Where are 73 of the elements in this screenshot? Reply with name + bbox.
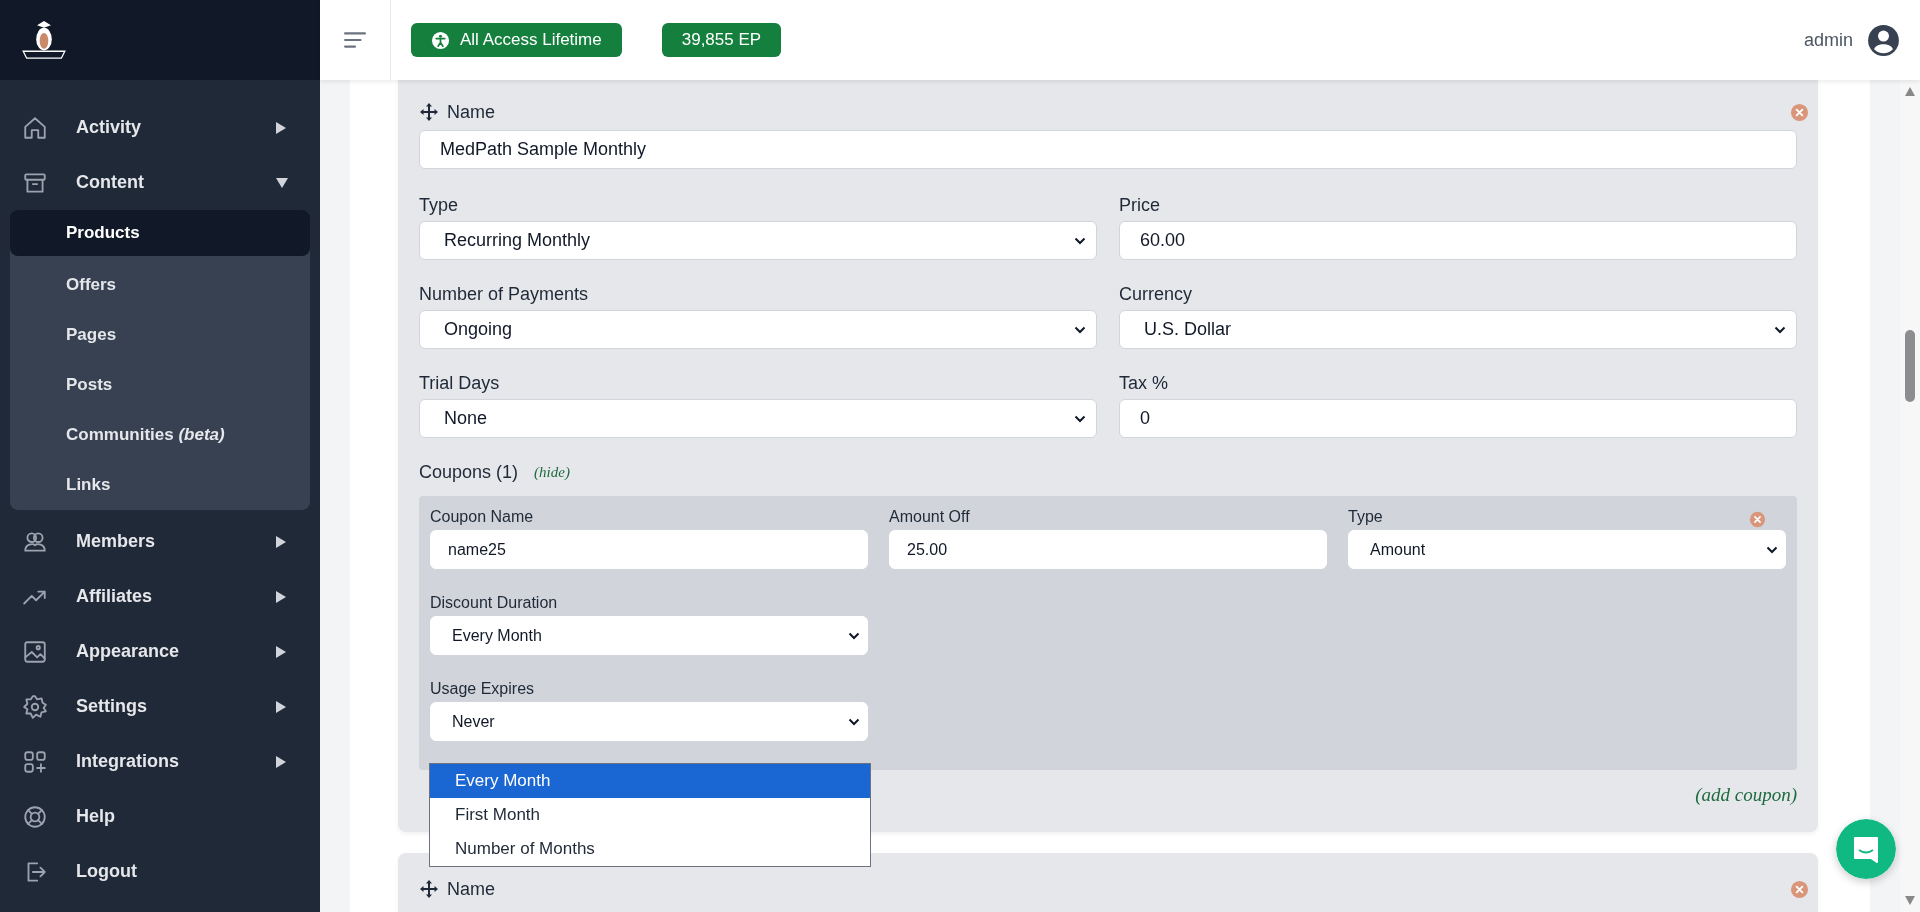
input-field[interactable]: name25 — [430, 530, 868, 569]
nav-item[interactable]: Affiliates — [10, 569, 310, 624]
home-icon — [22, 114, 48, 141]
plan-badge[interactable]: All Access Lifetime — [411, 23, 622, 57]
scrollbar-thumb[interactable] — [1905, 330, 1915, 402]
select-field[interactable]: Never — [430, 702, 868, 741]
field-label: Type — [1348, 507, 1383, 527]
field-label: Coupon Name — [430, 507, 534, 527]
field-label: Tax % — [1119, 372, 1169, 395]
nav-item[interactable]: Members — [10, 514, 310, 569]
section-label: Coupons (1) — [419, 461, 519, 484]
chevron-down-icon — [1074, 414, 1086, 423]
scroll-down-icon[interactable] — [1905, 896, 1915, 905]
nav-item[interactable]: Integrations — [10, 734, 310, 789]
remove-icon[interactable] — [1790, 879, 1809, 899]
field-label: Discount Duration — [430, 593, 558, 613]
chevron-down-icon — [1774, 325, 1786, 334]
menu-icon[interactable] — [344, 31, 366, 49]
help-icon — [22, 803, 48, 830]
input-field[interactable]: MedPath Sample Monthly — [419, 130, 1797, 169]
move-icon[interactable] — [419, 102, 439, 122]
select-field[interactable]: Every Month — [430, 616, 868, 655]
nav-item[interactable]: Help — [10, 789, 310, 844]
scroll-up-icon[interactable] — [1905, 87, 1915, 96]
remove-icon[interactable] — [1749, 511, 1766, 528]
dropdown-option[interactable]: Number of Months — [430, 832, 870, 866]
chevron-down-icon — [848, 717, 860, 726]
select-field[interactable]: Ongoing — [419, 310, 1097, 349]
nav-item[interactable]: Logout — [10, 844, 310, 899]
plan-badge[interactable]: 39,855 EP — [661, 23, 782, 57]
input-field[interactable]: 25.00 — [889, 530, 1327, 569]
field-label: Trial Days — [419, 372, 500, 395]
chevron-down-icon — [1074, 236, 1086, 245]
move-icon[interactable] — [419, 879, 439, 899]
grid-icon — [22, 748, 48, 775]
field-label: Type — [419, 194, 459, 217]
chat-icon[interactable] — [1836, 819, 1896, 879]
nav-item[interactable]: Settings — [10, 679, 310, 734]
chevron-down-icon — [1766, 545, 1778, 554]
submenu-item[interactable]: Offers — [10, 260, 310, 310]
input-field[interactable]: 0 — [1119, 399, 1797, 438]
chevron-down-icon — [1074, 325, 1086, 334]
input-field[interactable]: 60.00 — [1119, 221, 1797, 260]
dropdown-option[interactable]: First Month — [430, 798, 870, 832]
nav-item[interactable]: Appearance — [10, 624, 310, 679]
field-label: Price — [1119, 194, 1160, 217]
select-field[interactable]: Amount — [1348, 530, 1786, 569]
dropdown-option[interactable]: Every Month — [430, 764, 870, 798]
submenu-item[interactable]: Products — [10, 210, 310, 256]
select-field[interactable]: None — [419, 399, 1097, 438]
chevron-down-icon — [848, 631, 860, 640]
nav-item[interactable]: Content — [10, 155, 310, 210]
submenu-item[interactable]: Links — [10, 460, 310, 510]
select-field[interactable]: U.S. Dollar — [1119, 310, 1797, 349]
field-label: Usage Expires — [430, 679, 535, 699]
nav-item[interactable]: Activity — [10, 100, 310, 155]
field-label: Amount Off — [889, 507, 970, 527]
select-field[interactable]: Recurring Monthly — [419, 221, 1097, 260]
submenu-item[interactable]: Communities (beta) — [10, 410, 310, 460]
gear-icon — [22, 693, 48, 720]
submenu-item[interactable]: Posts — [10, 360, 310, 410]
image-icon — [22, 638, 48, 665]
field-label: Name — [447, 878, 495, 901]
remove-icon[interactable] — [1790, 102, 1809, 122]
field-label: Number of Payments — [419, 283, 589, 306]
user-avatar-icon[interactable] — [1867, 23, 1900, 57]
add-coupon-link[interactable]: (add coupon) — [1695, 784, 1797, 806]
submenu-item[interactable]: Pages — [10, 310, 310, 360]
user-name[interactable]: admin — [1803, 29, 1853, 51]
hide-link[interactable]: (hide) — [534, 463, 570, 481]
field-label: Name — [447, 101, 495, 124]
accessibility-icon — [431, 30, 450, 50]
field-label: Currency — [1119, 283, 1193, 306]
